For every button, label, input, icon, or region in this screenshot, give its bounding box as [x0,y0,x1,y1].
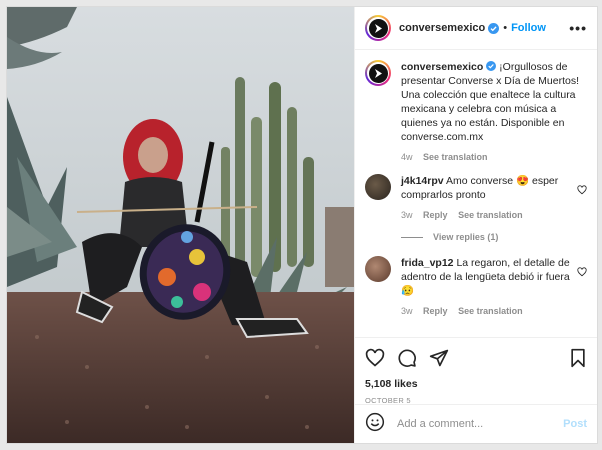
caption-text: ¡Orgullosos de presentar Converse x Día … [401,61,579,143]
account-avatar[interactable] [365,15,391,41]
heart-icon[interactable] [365,348,385,368]
caption: conversemexico ¡Orgullosos de presentar … [365,60,587,164]
comments-list: conversemexico ¡Orgullosos de presentar … [355,50,597,337]
see-translation-link[interactable]: See translation [423,152,488,162]
comment-item: frida_vp12 La regaron, el detalle de ade… [365,256,587,318]
caption-avatar[interactable] [365,60,391,86]
view-replies-button[interactable]: View replies (1) [401,232,587,242]
comment-item: j4k14rpv Amo converse 😍 esper comprarlos… [365,174,587,222]
post-comment-button[interactable]: Post [563,418,587,430]
header-username[interactable]: conversemexico [399,22,485,34]
separator-dot: • [503,22,508,34]
comment-time: 3w [401,210,413,220]
follow-button[interactable]: Follow [511,22,546,34]
view-replies-line [401,236,423,238]
post-photo[interactable] [7,7,354,443]
verified-icon [488,22,500,34]
post-side-panel: conversemexico • Follow ••• conversemexi… [354,7,597,443]
caption-time: 4w [401,152,413,162]
add-comment-input[interactable] [395,417,564,431]
reply-link[interactable]: Reply [423,210,448,220]
photo-illustration [7,7,354,443]
caption-username[interactable]: conversemexico [401,61,483,73]
comment-text: Amo converse [445,175,516,187]
comment-username[interactable]: j4k14rpv [401,175,444,187]
comment-like-heart-icon[interactable] [577,264,587,282]
see-translation-link[interactable]: See translation [458,210,523,220]
post-header: conversemexico • Follow ••• [355,7,597,50]
reply-link[interactable]: Reply [423,306,448,316]
emoji-icon[interactable] [365,412,385,437]
commenter-avatar[interactable] [365,256,391,282]
see-translation-link[interactable]: See translation [458,306,523,316]
post-modal: conversemexico • Follow ••• conversemexi… [6,6,598,444]
converse-logo-icon [374,68,382,78]
add-comment-bar: Post [355,404,597,443]
bookmark-icon[interactable] [569,348,587,368]
more-icon[interactable]: ••• [569,20,587,36]
post-actions: 5,108 likes OCTOBER 5 [355,337,597,405]
comment-like-heart-icon[interactable] [577,182,587,200]
heart-eyes-emoji: 😍 [516,175,530,187]
commenter-avatar[interactable] [365,174,391,200]
converse-logo-icon [374,23,382,33]
likes-count[interactable]: 5,108 likes [365,378,587,390]
comment-time: 3w [401,306,413,316]
sad-face-emoji: 😥 [401,285,415,297]
share-icon[interactable] [429,348,449,368]
verified-icon [486,61,497,71]
comment-icon[interactable] [397,348,417,368]
comment-username[interactable]: frida_vp12 [401,257,454,269]
view-replies-label: View replies (1) [433,232,499,242]
